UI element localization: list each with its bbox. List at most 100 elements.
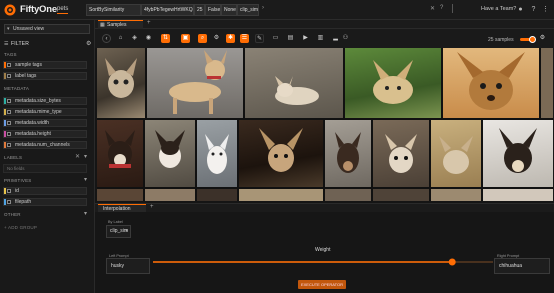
section-metadata[interactable]: METADATA [4, 86, 29, 91]
histogram-icon[interactable]: ▂ [331, 34, 340, 43]
sample-tile[interactable] [345, 48, 441, 118]
chevron-down-icon: ▾ [125, 228, 128, 234]
view-stage-chip-query[interactable]: 4fybPbTegewHrtWKQZ57... [141, 4, 194, 16]
left-prompt-input[interactable]: husky [106, 258, 150, 274]
sample-count: 25 samples [488, 37, 514, 43]
view-bar-help-icon[interactable]: ? [440, 5, 443, 11]
sample-tile[interactable] [147, 48, 243, 118]
grid-zoom-slider[interactable] [520, 36, 536, 43]
filter-item-id[interactable]: id [3, 187, 87, 195]
more-icon[interactable]: ⋮ [541, 5, 550, 14]
filter-item-label: metadata.mime_type [15, 109, 62, 115]
filter-item-metadata-width[interactable]: metadata.width [3, 119, 87, 127]
execute-operator-button[interactable]: EXECUTE OPERATOR [298, 280, 346, 289]
sample-tile[interactable] [483, 120, 553, 187]
filter-item-label: metadata.num_channels [15, 142, 70, 148]
view-stage-chip-reverse[interactable]: False [205, 4, 221, 16]
panel-tab-bar: Interpolation + [95, 203, 554, 213]
settings-gear-icon[interactable]: ⚙ [86, 40, 91, 47]
map-icon[interactable]: ▤ [286, 34, 295, 43]
browse-operations-icon[interactable]: ☰ [240, 34, 249, 43]
grid-settings-icon[interactable]: ⚙ [538, 34, 547, 43]
sample-tile[interactable] [245, 48, 343, 118]
sample-tile[interactable] [443, 48, 539, 118]
view-bar-divider [452, 4, 459, 13]
chevron-down-icon[interactable]: ▾ [84, 210, 87, 217]
saved-view-select[interactable]: ▾ Unsaved view [4, 24, 90, 34]
view-stage-chip-k[interactable]: 25 [194, 4, 205, 16]
filter-item-label-tags[interactable]: label tags [3, 72, 87, 80]
embeddings-icon[interactable]: ▭ [271, 34, 280, 43]
sample-tile[interactable] [145, 189, 195, 201]
add-panel-button[interactable]: + [150, 204, 154, 210]
labels-empty-state: No fields [3, 164, 87, 173]
sample-tile[interactable] [483, 189, 553, 201]
sample-tile[interactable] [373, 120, 429, 187]
view-stage-chip-sortby[interactable]: SortBySimilarity [86, 4, 141, 16]
slider-thumb[interactable] [529, 36, 536, 43]
sort-similarity-icon[interactable]: ⇅ [161, 34, 170, 43]
grid-icon: ▦ [100, 22, 105, 28]
sample-tile[interactable] [325, 189, 371, 201]
tab-samples[interactable]: ▦ Samples [98, 20, 143, 29]
view-bar-more-icon[interactable]: › [262, 5, 264, 11]
sample-tile[interactable] [197, 120, 237, 187]
tag-icon[interactable]: ⌂ [116, 34, 125, 43]
github-icon[interactable]: ● [516, 5, 525, 14]
add-group-button[interactable]: + ADD GROUP [4, 225, 37, 230]
slider-thumb[interactable] [448, 258, 456, 266]
filter-item-metadata-size-bytes[interactable]: metadata.size_bytes [3, 97, 87, 105]
right-prompt-input[interactable]: chihuahua [494, 258, 550, 274]
section-primitives[interactable]: PRIMITIVES [4, 178, 32, 183]
select-label: By Label [108, 220, 123, 224]
sample-tile[interactable] [239, 189, 323, 201]
dataset-selector[interactable]: pets [57, 6, 69, 14]
sample-tile[interactable] [239, 120, 323, 187]
chevron-down-icon[interactable]: ▾ [84, 176, 87, 183]
sample-tile[interactable] [145, 120, 195, 187]
label-tag-icon[interactable]: ◈ [130, 34, 139, 43]
sample-tile[interactable] [97, 48, 145, 118]
main-tab-bar: ▦ Samples + [95, 20, 554, 29]
help-icon[interactable]: ? [529, 5, 538, 14]
sample-tile[interactable] [97, 120, 143, 187]
view-stage-chip-dist[interactable]: None [221, 4, 237, 16]
sample-tile[interactable] [197, 189, 237, 201]
settings-icon[interactable]: ⚙ [212, 34, 221, 43]
filter-item-metadata-num-channels[interactable]: metadata.num_channels [3, 141, 87, 149]
filter-item-sample-tags[interactable]: sample tags [3, 61, 87, 69]
sample-tile[interactable] [373, 189, 429, 201]
team-link[interactable]: Have a Team? [481, 6, 516, 12]
chevron-down-icon[interactable]: ▾ [84, 153, 87, 160]
view-stage-chip-brain-key[interactable]: clip_sim [237, 4, 259, 16]
weight-slider[interactable] [153, 257, 493, 267]
close-icon[interactable]: ✕ [75, 153, 80, 160]
filter-item-label: filepath [15, 199, 32, 205]
section-tags[interactable]: TAGS [4, 52, 17, 57]
sample-tile[interactable] [431, 120, 481, 187]
similarity-search-icon[interactable]: ⌕ [198, 34, 207, 43]
filter-item-label: id [15, 188, 19, 194]
filter-item-metadata-mime-type[interactable]: metadata.mime_type [3, 108, 87, 116]
patches-icon[interactable]: ▣ [181, 34, 190, 43]
section-labels[interactable]: LABELS [4, 155, 22, 160]
sample-tile[interactable] [431, 189, 481, 201]
video-icon[interactable]: ▶ [301, 34, 310, 43]
eye-icon[interactable]: ◉ [144, 34, 153, 43]
view-bar-close-icon[interactable]: ✕ [430, 5, 435, 12]
section-other[interactable]: OTHER [4, 212, 21, 217]
brain-key-select[interactable]: clip_sim ▾ [106, 225, 131, 238]
operator-icon[interactable]: ✱ [226, 34, 235, 43]
back-icon[interactable]: ‹ [102, 34, 111, 43]
sample-tile[interactable] [325, 120, 371, 187]
chart-icon[interactable]: ▥ [316, 34, 325, 43]
nodes-icon[interactable]: ⚇ [341, 34, 350, 43]
sample-tile[interactable] [97, 189, 143, 201]
fiftyone-logo-icon [4, 4, 16, 16]
sample-tile[interactable] [541, 48, 553, 118]
chevron-down-icon: ▾ [7, 26, 10, 32]
brain-icon[interactable]: ✎ [255, 34, 264, 43]
filter-item-filepath[interactable]: filepath [3, 198, 87, 206]
add-panel-button[interactable]: + [147, 20, 151, 26]
filter-item-metadata-height[interactable]: metadata.height [3, 130, 87, 138]
